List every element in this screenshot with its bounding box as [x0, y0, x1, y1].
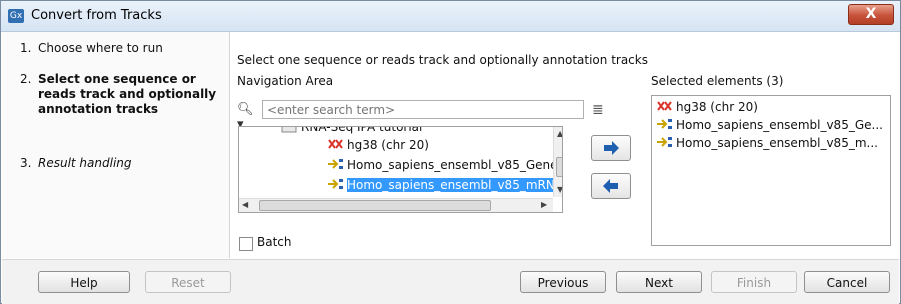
cancel-button[interactable]: Cancel: [804, 271, 890, 293]
batch-checkbox[interactable]: [239, 237, 253, 251]
remove-from-selected-button[interactable]: [591, 173, 631, 199]
scroll-left-icon[interactable]: ◀: [242, 200, 248, 209]
filter-icon[interactable]: ≣: [592, 102, 604, 118]
dialog-window: Gx Convert from Tracks X 1. Choose where…: [0, 0, 901, 304]
search-icon[interactable]: 🔍︎▾: [237, 102, 259, 132]
selected-item-mrna[interactable]: Homo_sapiens_ensembl_v85_m...: [656, 135, 878, 152]
app-icon: Gx: [8, 9, 24, 23]
navigation-tree[interactable]: RNA-Seq IPA tutorial hg38 (chr 20) Homo_…: [238, 126, 563, 213]
add-to-selected-button[interactable]: [591, 135, 631, 161]
navigation-area-title: Navigation Area: [237, 74, 334, 88]
step-number: 2.: [20, 72, 32, 86]
tree-horizontal-scrollbar[interactable]: ◀ ▶: [239, 198, 553, 212]
tree-item-genes[interactable]: Homo_sapiens_ensembl_v85_Genes: [327, 157, 562, 176]
step-number: 3.: [20, 156, 32, 170]
step-number: 1.: [20, 41, 32, 55]
search-bar: 🔍︎▾ ≣: [237, 100, 612, 132]
step-content: Select one sequence or reads track and o…: [230, 32, 898, 258]
annotation-track-icon: [656, 135, 676, 154]
finish-button[interactable]: Finish: [711, 271, 797, 293]
dialog-footer: Help Reset Previous Next Finish Cancel: [2, 259, 899, 304]
scroll-thumb[interactable]: [259, 200, 491, 211]
scroll-right-icon[interactable]: ▶: [541, 200, 547, 209]
search-input[interactable]: [262, 100, 584, 119]
tree-item-hg38[interactable]: hg38 (chr 20): [327, 137, 429, 154]
selected-item-genes[interactable]: Homo_sapiens_ensembl_v85_Ge...: [656, 117, 883, 134]
help-button[interactable]: Help: [38, 271, 130, 293]
window-title: Convert from Tracks: [31, 8, 162, 23]
title-bar: Gx Convert from Tracks X: [1, 1, 900, 32]
scroll-thumb[interactable]: [556, 157, 562, 177]
batch-label: Batch: [257, 235, 292, 249]
scroll-down-icon[interactable]: ▼: [557, 185, 562, 194]
scroll-up-icon[interactable]: ▲: [557, 129, 562, 138]
selected-item-hg38[interactable]: hg38 (chr 20): [656, 99, 758, 116]
annotation-track-icon: [327, 157, 347, 176]
wizard-steps: 1. Choose where to run 2. Select one seq…: [2, 32, 230, 258]
step-label: Select one sequence or reads track and o…: [38, 72, 217, 116]
instruction-text: Select one sequence or reads track and o…: [237, 53, 648, 67]
close-button[interactable]: X: [848, 4, 894, 25]
arrow-right-icon: [604, 141, 619, 155]
sequence-track-icon: [656, 99, 676, 118]
arrow-left-icon: [603, 179, 618, 193]
selected-elements-title: Selected elements (3): [651, 74, 784, 88]
next-button[interactable]: Next: [616, 271, 702, 293]
step-label: Choose where to run: [38, 41, 163, 55]
step-label: Result handling: [38, 156, 132, 170]
tree-item-mrna[interactable]: Homo_sapiens_ensembl_v85_mRNA: [327, 177, 562, 196]
selected-elements-list[interactable]: hg38 (chr 20) Homo_sapiens_ensembl_v85_G…: [651, 95, 891, 246]
previous-button[interactable]: Previous: [520, 271, 606, 293]
reset-button[interactable]: Reset: [145, 271, 231, 293]
close-icon: X: [865, 6, 877, 22]
folder-icon: [281, 127, 301, 138]
sequence-track-icon: [327, 137, 347, 156]
annotation-track-icon: [656, 117, 676, 136]
tree-folder[interactable]: RNA-Seq IPA tutorial: [281, 127, 422, 138]
tree-vertical-scrollbar[interactable]: ▲ ▼: [553, 127, 562, 197]
annotation-track-icon: [327, 177, 347, 196]
